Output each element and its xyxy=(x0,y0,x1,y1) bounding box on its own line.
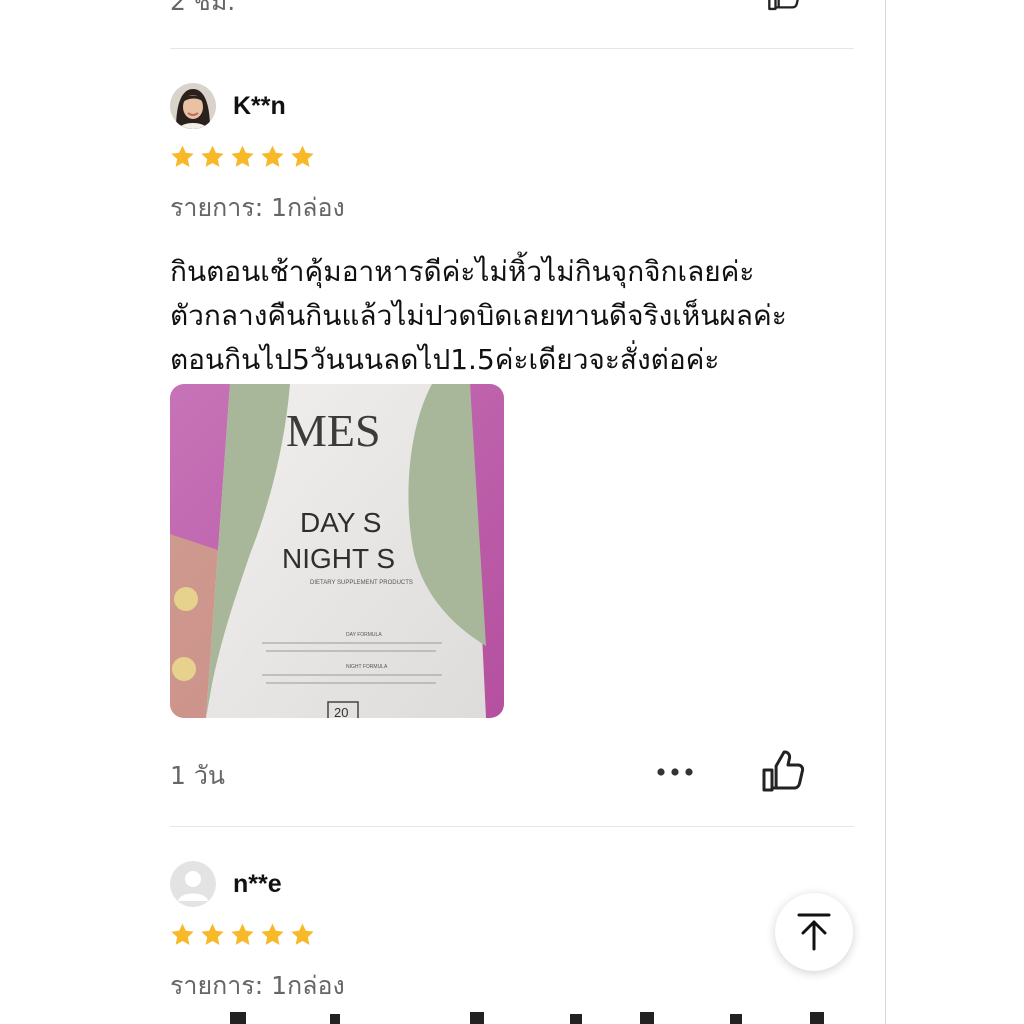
review-text-line: ตัวกลางคืนกินแล้วไม่ปวดบิดเลยทานดีจริงเห… xyxy=(170,299,787,332)
review-photo[interactable]: MES DAY S NIGHT S DIETARY SUPPLEMENT PRO… xyxy=(170,384,504,718)
review-card: K**n รายการ: 1กล่อง กินตอนเช้าคุ้มอาหารด… xyxy=(170,82,854,382)
reviewer-row: K**n xyxy=(170,82,854,130)
product-brand: MES xyxy=(286,405,381,456)
star-icon xyxy=(201,923,224,945)
reviewer-name: n**e xyxy=(233,869,282,898)
review-feed: 2 ชม. K**n รายการ: 1กล่อง กินตอนเช้าคุ้ม… xyxy=(0,0,1024,1024)
review-text-line: ตอนกินไป5วันนนลดไป1.5ค่ะเดียวจะสั่งต่อค่… xyxy=(170,343,720,376)
reviewer-name: K**n xyxy=(233,91,286,120)
arrow-up-to-top-icon xyxy=(797,913,831,951)
more-dots-icon[interactable] xyxy=(656,762,694,782)
star-icon xyxy=(171,923,194,945)
review-divider xyxy=(170,826,854,827)
purchased-item-label: รายการ: 1กล่อง xyxy=(170,193,345,222)
review-text-line: กินตอนเช้าคุ้มอาหารดีค่ะไม่หิ้วไม่กินจุก… xyxy=(170,255,755,288)
avatar xyxy=(170,861,216,907)
review-card: n**e รายการ: 1กล่อง xyxy=(170,860,854,1006)
star-icon xyxy=(201,145,224,167)
product-count: 20 xyxy=(334,705,348,718)
review-text: กินตอนเช้าคุ้มอาหารดีค่ะไม่หิ้วไม่กินจุก… xyxy=(170,250,854,382)
reviewer-row: n**e xyxy=(170,860,854,908)
night-formula-heading: NIGHT FORMULA xyxy=(346,664,388,670)
star-icon xyxy=(231,923,254,945)
purchased-item-label: รายการ: 1กล่อง xyxy=(170,971,345,1000)
scroll-to-top-button[interactable] xyxy=(775,893,853,971)
star-icon xyxy=(291,923,314,945)
review-footer: 1 วัน xyxy=(170,750,854,794)
review-divider xyxy=(170,48,854,49)
product-line-2: NIGHT S xyxy=(282,543,395,574)
thumbs-up-icon[interactable] xyxy=(760,750,806,794)
avatar xyxy=(170,83,216,129)
day-formula-heading: DAY FORMULA xyxy=(346,632,382,638)
review-time: 1 วัน xyxy=(170,761,225,790)
star-rating xyxy=(170,922,854,948)
content-right-border xyxy=(885,0,886,1024)
star-icon xyxy=(291,145,314,167)
star-icon xyxy=(261,923,284,945)
next-review-text-fragment xyxy=(170,1006,854,1024)
product-subtitle: DIETARY SUPPLEMENT PRODUCTS xyxy=(310,580,413,586)
star-rating xyxy=(170,144,854,170)
star-icon xyxy=(261,145,284,167)
product-line-1: DAY S xyxy=(300,507,381,538)
previous-review-like-icon[interactable] xyxy=(762,0,806,12)
star-icon xyxy=(231,145,254,167)
star-icon xyxy=(171,145,194,167)
previous-review-time: 2 ชม. xyxy=(170,0,236,16)
